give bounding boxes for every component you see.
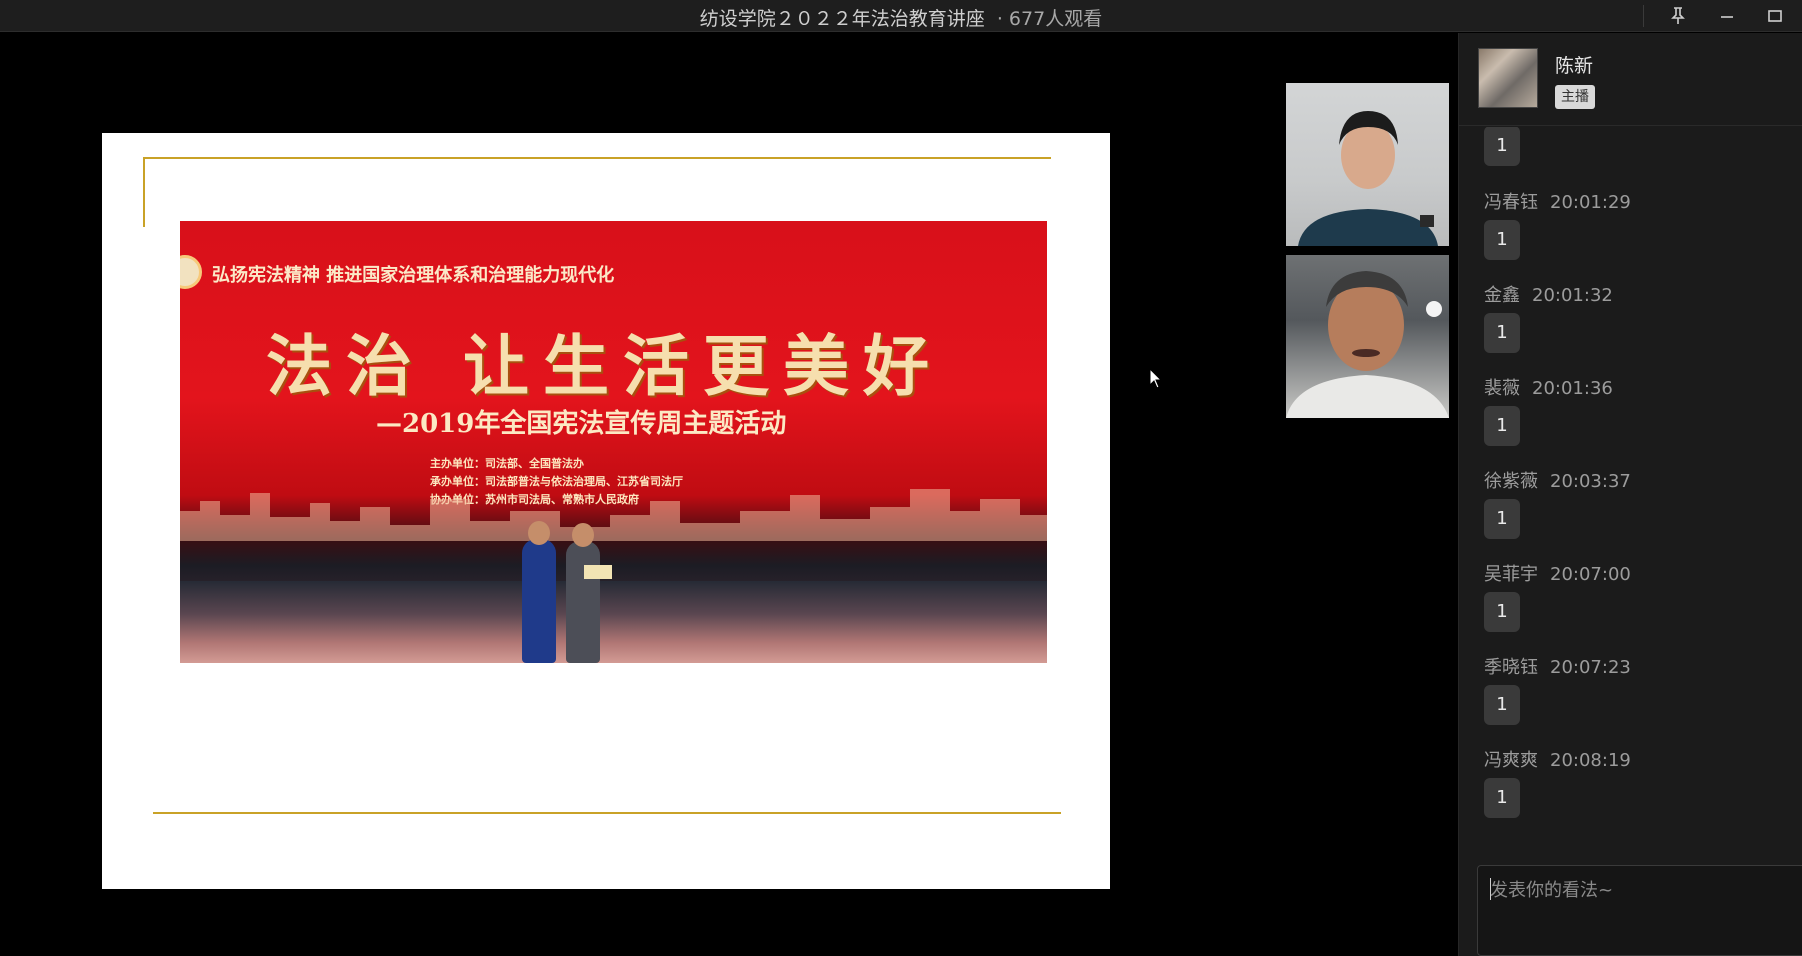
chat-message-bubble: 1 <box>1484 220 1520 260</box>
chat-username: 季晓钰 <box>1484 657 1538 678</box>
window-title: 纺设学院２０２２年法治教育讲座 · 677人观看 <box>0 4 1802 31</box>
presentation-stage[interactable]: 弘扬宪法精神 推进国家治理体系和治理能力现代化 法治 让生活更美好 —2019年… <box>0 33 1457 956</box>
chat-username: 吴菲宇 <box>1484 564 1538 585</box>
mouse-cursor-icon <box>1149 368 1163 389</box>
title-bar: 纺设学院２０２２年法治教育讲座 · 677人观看 <box>0 0 1802 32</box>
slide-top-rule <box>143 157 1051 159</box>
banner-top-line: 弘扬宪法精神 推进国家治理体系和治理能力现代化 <box>212 265 615 286</box>
chat-username: 徐紫薇 <box>1484 471 1538 492</box>
title-bar-divider <box>1643 5 1644 27</box>
host-role-badge: 主播 <box>1555 85 1595 109</box>
chat-timestamp: 20:01:36 <box>1532 378 1613 399</box>
participant-2-figure <box>1286 271 1449 418</box>
comment-input[interactable]: 发表你的看法~ <box>1477 865 1802 956</box>
banner-skyline <box>180 489 1047 541</box>
maximize-button[interactable] <box>1758 2 1792 30</box>
slide-left-rule <box>143 157 145 227</box>
banner-stage-floor <box>180 581 1047 663</box>
banner-logo <box>180 255 202 289</box>
shared-slide: 弘扬宪法精神 推进国家治理体系和治理能力现代化 法治 让生活更美好 —2019年… <box>102 133 1110 889</box>
slide-bottom-rule <box>153 812 1061 814</box>
slide-photo: 弘扬宪法精神 推进国家治理体系和治理能力现代化 法治 让生活更美好 —2019年… <box>180 221 1047 663</box>
chat-message-bubble: 1 <box>1484 778 1520 818</box>
banner-subheadline: —2019年全国宪法宣传周主题活动 <box>376 409 787 439</box>
lecture-title: 纺设学院２０２２年法治教育讲座 <box>699 8 985 30</box>
presenter-right <box>566 541 600 663</box>
presenter-left-head <box>528 521 550 545</box>
pin-button[interactable] <box>1661 2 1695 30</box>
chat-message-header: 冯爽爽 20:08:19 <box>1484 746 1631 772</box>
chat-username: 裴薇 <box>1484 378 1520 399</box>
chat-timestamp: 20:07:23 <box>1550 657 1631 678</box>
chat-timestamp: 20:01:29 <box>1550 192 1631 213</box>
chat-timestamp: 20:08:19 <box>1550 750 1631 771</box>
maximize-icon <box>1768 10 1782 22</box>
chat-username: 金鑫 <box>1484 285 1520 306</box>
chat-message-bubble: 1 <box>1484 685 1520 725</box>
chat-message-header: 季晓钰 20:07:23 <box>1484 653 1631 679</box>
chat-message-header: 冯春钰 20:01:29 <box>1484 188 1631 214</box>
minimize-button[interactable] <box>1710 2 1744 30</box>
comment-placeholder: 发表你的看法~ <box>1490 880 1614 901</box>
chat-message-header: 金鑫 20:01:32 <box>1484 281 1613 307</box>
chat-message-bubble: 1 <box>1484 592 1520 632</box>
chat-message-header: 徐紫薇 20:03:37 <box>1484 467 1631 493</box>
chat-message-bubble: 1 <box>1484 127 1520 166</box>
minimize-icon <box>1721 16 1733 18</box>
banner-headline: 法治 让生活更美好 <box>266 327 943 405</box>
chat-message-header: 裴薇 20:01:36 <box>1484 374 1613 400</box>
chat-timestamp: 20:03:37 <box>1550 471 1631 492</box>
participant-video-1[interactable] <box>1286 83 1449 246</box>
presenter-left <box>522 539 556 663</box>
host-header: 陈新 主播 <box>1459 33 1802 126</box>
banner-org-host: 主办单位：司法部、全国普法办 <box>430 457 584 470</box>
presenter-right-head <box>572 523 594 547</box>
chat-timestamp: 20:07:00 <box>1550 564 1631 585</box>
chat-message-bubble: 1 <box>1484 499 1520 539</box>
host-avatar[interactable] <box>1478 48 1538 108</box>
chat-username: 冯春钰 <box>1484 192 1538 213</box>
chat-message-bubble: 1 <box>1484 313 1520 353</box>
chat-message-bubble: 1 <box>1484 406 1520 446</box>
chat-message-header: 吴菲宇 20:07:00 <box>1484 560 1631 586</box>
text-caret <box>1490 878 1491 900</box>
participant-1-figure <box>1298 111 1438 246</box>
pin-icon <box>1671 7 1685 24</box>
presenter-paper <box>584 565 612 579</box>
chat-timestamp: 20:01:32 <box>1532 285 1613 306</box>
chat-message-list[interactable]: 1 冯春钰 20:01:29 1 金鑫 20:01:32 1 裴薇 20:01:36 … <box>1459 127 1802 859</box>
chat-panel: 陈新 主播 1 冯春钰 20:01:29 1 金鑫 20:01:32 1 裴薇 20:… <box>1458 33 1802 956</box>
host-name: 陈新 <box>1555 55 1594 77</box>
viewer-count: · 677人观看 <box>996 8 1103 30</box>
chat-username: 冯爽爽 <box>1484 750 1538 771</box>
participant-video-2[interactable] <box>1286 255 1449 418</box>
